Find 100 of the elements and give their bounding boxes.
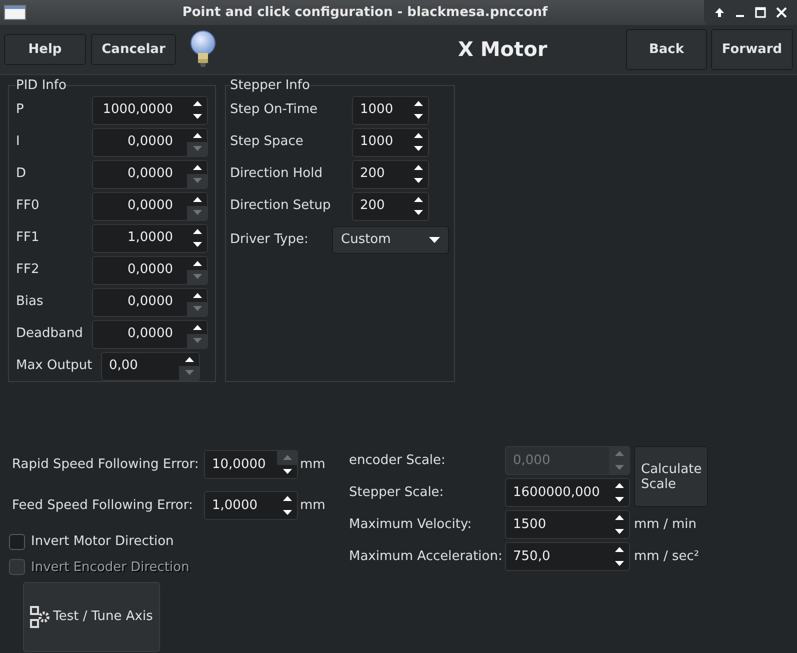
field-label: Step Space xyxy=(230,133,304,152)
down-triangle-icon xyxy=(192,242,202,248)
field-label: P xyxy=(16,101,25,120)
spin-field[interactable]: 0,0000 xyxy=(92,160,208,188)
page-heading: X Motor xyxy=(458,36,548,63)
unit-label: mm / min xyxy=(634,516,698,534)
down-triangle-icon xyxy=(614,496,624,502)
up-triangle-icon xyxy=(414,100,422,106)
driver-type-dropdown[interactable]: Custom xyxy=(332,226,449,254)
spin-field[interactable]: 10,0000 xyxy=(204,450,298,479)
checkbox-label: Invert Motor Direction xyxy=(31,533,174,551)
spin-field[interactable]: 200 xyxy=(352,160,429,188)
field-label: Direction Setup xyxy=(230,197,332,216)
close-icon[interactable] xyxy=(776,7,787,18)
spin-field[interactable]: 0,0000 xyxy=(92,320,208,348)
field-label: Direction Hold xyxy=(230,165,324,184)
maximize-icon[interactable] xyxy=(755,7,766,18)
field-label: D xyxy=(16,165,28,184)
spin-field[interactable]: 0,0000 xyxy=(92,288,208,316)
spin-field[interactable]: 1000 xyxy=(352,96,429,124)
field-label: FF2 xyxy=(16,261,40,280)
spin-field[interactable]: 0,0000 xyxy=(92,192,208,220)
unit-label: mm / sec² xyxy=(634,548,700,566)
back-button[interactable]: Back xyxy=(626,29,707,70)
field-label: FF1 xyxy=(16,229,40,248)
spin-field[interactable]: 1500 xyxy=(505,510,630,539)
field-label: Rapid Speed Following Error: xyxy=(12,456,200,474)
test-tune-axis-button[interactable]: Test / Tune Axis xyxy=(23,582,160,652)
window-icon xyxy=(4,5,26,20)
down-triangle-icon xyxy=(192,178,202,184)
spin-field[interactable]: 0,0000 xyxy=(92,256,208,284)
checkbox[interactable] xyxy=(9,534,25,550)
pin-arrow-icon[interactable] xyxy=(714,7,725,18)
spin-field[interactable]: 200 xyxy=(352,192,429,220)
field-label: FF0 xyxy=(16,197,40,216)
down-triangle-icon xyxy=(192,146,202,152)
up-triangle-icon xyxy=(192,100,202,106)
spin-field[interactable]: 1600000,000 xyxy=(505,478,630,507)
down-triangle-icon xyxy=(414,178,422,184)
down-triangle-icon xyxy=(282,510,292,515)
up-triangle-icon xyxy=(192,164,202,170)
down-triangle-icon xyxy=(192,306,202,312)
down-triangle-icon xyxy=(614,464,624,470)
up-triangle-icon xyxy=(192,228,202,234)
down-triangle-icon xyxy=(184,370,194,376)
up-triangle-icon xyxy=(414,196,422,202)
section-title: Stepper Info xyxy=(230,77,310,95)
checkbox-label: Invert Encoder Direction xyxy=(31,558,190,576)
field-label: Deadband xyxy=(16,325,84,344)
down-triangle-icon xyxy=(192,210,202,216)
up-triangle-icon xyxy=(192,324,202,330)
down-triangle-icon xyxy=(192,274,202,280)
down-triangle-icon xyxy=(414,146,422,152)
spin-field[interactable]: 750,0 xyxy=(505,542,630,571)
field-label: I xyxy=(16,133,21,152)
field-label: Maximum Velocity: xyxy=(349,516,473,534)
field-label: encoder Scale: xyxy=(349,452,446,470)
up-triangle-icon xyxy=(184,356,194,362)
caret-icon xyxy=(429,236,440,242)
cancel-button[interactable]: Cancelar xyxy=(91,34,176,65)
up-triangle-icon xyxy=(282,496,292,502)
spin-field[interactable]: 1,0000 xyxy=(92,224,208,252)
spin-field[interactable]: 1000 xyxy=(352,128,429,156)
calculate-scale-button[interactable]: Calculate Scale xyxy=(634,446,708,507)
down-triangle-icon xyxy=(614,528,624,534)
field-label: Feed Speed Following Error: xyxy=(12,496,194,515)
spin-field[interactable]: 1,0000 xyxy=(204,491,298,520)
up-triangle-icon xyxy=(414,132,422,138)
down-triangle-icon xyxy=(414,114,422,120)
up-triangle-icon xyxy=(614,547,624,552)
down-triangle-icon xyxy=(192,114,202,120)
down-triangle-icon xyxy=(614,560,624,566)
forward-button[interactable]: Forward xyxy=(711,29,793,70)
unit-label: mm xyxy=(300,496,326,515)
up-triangle-icon xyxy=(414,164,422,170)
up-triangle-icon xyxy=(192,196,202,202)
help-button[interactable]: Help xyxy=(4,34,86,65)
up-triangle-icon xyxy=(614,451,624,456)
gears-icon xyxy=(30,606,50,628)
unit-label: mm xyxy=(300,456,326,474)
up-triangle-icon xyxy=(614,515,624,520)
down-triangle-icon xyxy=(192,338,202,344)
spin-field[interactable]: 0,0000 xyxy=(92,128,208,156)
up-triangle-icon xyxy=(192,292,202,298)
down-triangle-icon xyxy=(414,210,422,216)
spin-field[interactable]: 1000,0000 xyxy=(92,96,208,124)
up-triangle-icon xyxy=(192,260,202,266)
field-label: Step On-Time xyxy=(230,101,319,120)
up-triangle-icon xyxy=(192,132,202,138)
up-triangle-icon xyxy=(614,483,624,488)
field-label: Bias xyxy=(16,293,44,312)
section-title: PID Info xyxy=(16,77,66,95)
field-label: Driver Type: xyxy=(230,230,310,249)
field-label: Max Output xyxy=(16,357,94,376)
window-title: Point and click configuration - blackmesa.pncconf xyxy=(181,4,549,22)
field-label: Maximum Acceleration: xyxy=(349,548,504,566)
spin-field[interactable]: 0,00 xyxy=(101,352,200,380)
field-label: Stepper Scale: xyxy=(349,484,445,502)
up-triangle-icon xyxy=(282,455,292,460)
down-triangle-icon xyxy=(282,468,292,474)
